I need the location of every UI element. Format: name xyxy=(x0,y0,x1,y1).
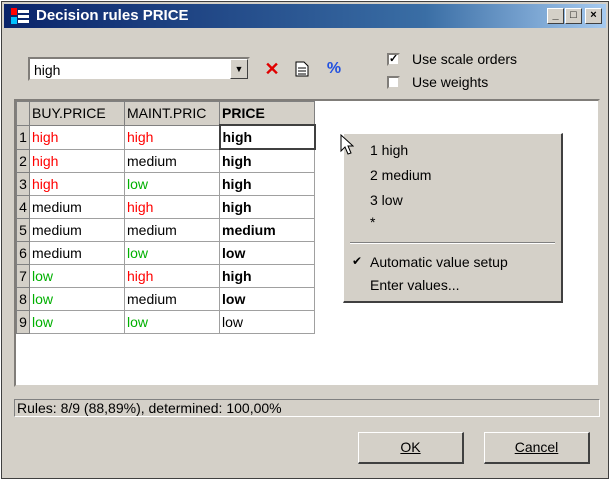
table-cell[interactable]: medium xyxy=(29,218,125,242)
table-row[interactable]: 5 medium medium medium xyxy=(16,218,315,242)
table-row[interactable]: 3 high low high xyxy=(16,172,315,196)
chevron-down-icon[interactable]: ▼ xyxy=(230,59,248,79)
percent-icon[interactable]: % xyxy=(324,59,344,79)
table-cell[interactable]: medium xyxy=(124,218,220,242)
checkbox-box[interactable] xyxy=(387,76,400,89)
table-row[interactable]: 2 high medium high xyxy=(16,148,315,173)
table-cell[interactable]: high xyxy=(219,172,315,196)
menu-item-automatic-value-setup[interactable]: Automatic value setup xyxy=(370,254,508,270)
menu-separator xyxy=(350,242,555,244)
table-row[interactable]: 7 low high high xyxy=(16,264,315,288)
cancel-button[interactable]: Cancel xyxy=(484,432,590,464)
delete-x-icon[interactable]: ✕ xyxy=(262,59,282,79)
menu-item-enter-values[interactable]: Enter values... xyxy=(370,277,460,293)
table-cell[interactable]: high xyxy=(124,264,220,288)
row-number[interactable]: 7 xyxy=(16,264,30,288)
combo-value: high xyxy=(34,62,61,78)
mouse-pointer-icon xyxy=(340,134,354,155)
row-number[interactable]: 5 xyxy=(16,218,30,242)
table-cell[interactable]: high xyxy=(29,148,125,173)
table-cell[interactable]: high xyxy=(219,264,315,288)
table-cell[interactable]: high xyxy=(29,172,125,196)
table-cell[interactable]: low xyxy=(124,310,220,334)
table-cell[interactable]: low xyxy=(219,241,315,265)
use-weights-checkbox[interactable]: Use weights xyxy=(387,74,587,92)
menu-item-value[interactable]: 1 high xyxy=(370,142,408,158)
menu-item-value[interactable]: * xyxy=(370,214,375,230)
row-number[interactable]: 4 xyxy=(16,195,30,219)
table-row[interactable]: 4 medium high high xyxy=(16,195,315,219)
table-cell[interactable]: high xyxy=(218,124,316,150)
table-cell[interactable]: medium xyxy=(219,218,315,242)
row-number[interactable]: 8 xyxy=(16,287,30,311)
table-cell[interactable]: high xyxy=(124,195,220,219)
document-icon[interactable] xyxy=(292,59,312,79)
table-cell[interactable]: medium xyxy=(124,287,220,311)
table-cell[interactable]: high xyxy=(219,148,315,173)
table-cell[interactable]: low xyxy=(29,310,125,334)
row-number[interactable]: 6 xyxy=(16,241,30,265)
use-scale-orders-checkbox[interactable]: ✓ Use scale orders xyxy=(387,51,587,69)
context-menu: 1 high 2 medium 3 low * ✔ Automatic valu… xyxy=(343,133,563,303)
minimize-icon[interactable]: _ xyxy=(547,8,564,24)
app-icon xyxy=(11,8,29,24)
table-cell[interactable]: low xyxy=(29,287,125,311)
title-bar[interactable]: Decision rules PRICE _ □ × xyxy=(4,4,606,28)
row-number[interactable]: 2 xyxy=(16,148,30,173)
menu-item-value[interactable]: 3 low xyxy=(370,192,403,208)
window-title: Decision rules PRICE xyxy=(36,7,189,24)
table-cell[interactable]: low xyxy=(29,264,125,288)
table-cell[interactable]: medium xyxy=(124,148,220,173)
table-cell[interactable]: low xyxy=(124,241,220,265)
rules-table: BUY.PRICE MAINT.PRIC PRICE 1 high high high… xyxy=(16,101,316,334)
table-cell[interactable]: medium xyxy=(29,195,125,219)
table-cell[interactable]: medium xyxy=(29,241,125,265)
menu-item-value[interactable]: 2 medium xyxy=(370,167,431,183)
decision-rules-window: Decision rules PRICE _ □ × high ▼ ✕ % ✓ … xyxy=(1,1,609,479)
corner-cell xyxy=(16,101,30,126)
row-number[interactable]: 1 xyxy=(16,124,30,150)
table-cell[interactable]: high xyxy=(124,124,220,150)
table-cell[interactable]: low xyxy=(124,172,220,196)
row-number[interactable]: 9 xyxy=(16,310,30,334)
checkbox-box[interactable]: ✓ xyxy=(387,53,400,66)
table-row[interactable]: 1 high high high xyxy=(16,124,316,150)
row-number[interactable]: 3 xyxy=(16,172,30,196)
column-header[interactable]: BUY.PRICE xyxy=(29,101,125,126)
ok-button[interactable]: OK xyxy=(358,432,464,464)
column-header[interactable]: MAINT.PRIC xyxy=(124,101,220,126)
checkmark-icon: ✔ xyxy=(352,254,363,268)
table-row[interactable]: 8 low medium low xyxy=(16,287,315,311)
table-row[interactable]: 6 medium low low xyxy=(16,241,315,265)
column-header[interactable]: PRICE xyxy=(219,101,315,126)
table-cell[interactable]: high xyxy=(219,195,315,219)
status-bar: Rules: 8/9 (88,89%), determined: 100,00% xyxy=(14,399,600,417)
table-cell[interactable]: high xyxy=(29,124,125,150)
table-row[interactable]: 9 low low low xyxy=(16,310,315,334)
table-cell[interactable]: low xyxy=(219,310,315,334)
close-icon[interactable]: × xyxy=(585,8,602,24)
value-combo[interactable]: high ▼ xyxy=(28,57,250,81)
maximize-icon[interactable]: □ xyxy=(565,8,582,24)
table-cell[interactable]: low xyxy=(219,287,315,311)
